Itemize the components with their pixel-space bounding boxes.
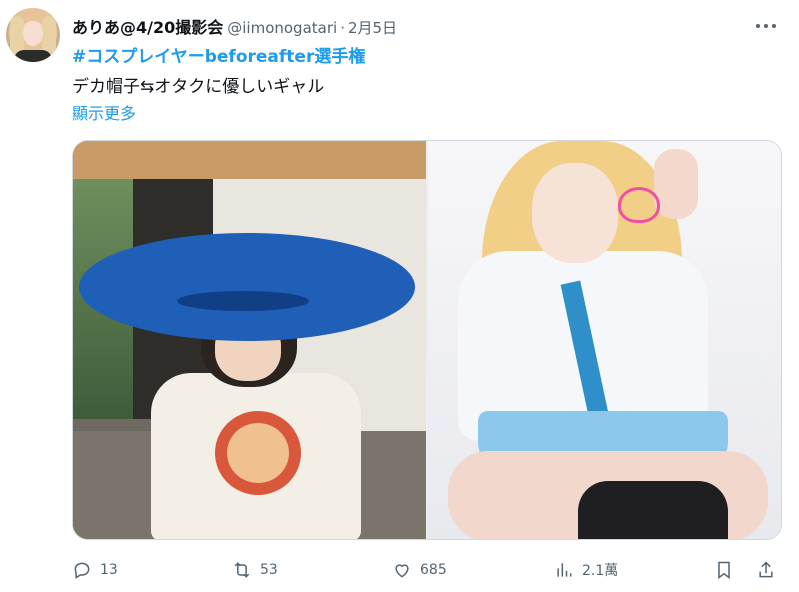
share-button[interactable] <box>756 556 776 584</box>
more-options-button[interactable] <box>748 12 784 40</box>
more-dot-icon <box>756 24 760 28</box>
reply-icon <box>74 562 90 579</box>
show-more-link[interactable]: 顯示更多 <box>72 100 136 124</box>
views-count: 2.1萬 <box>582 563 619 579</box>
heart-icon <box>395 564 409 578</box>
reply-count: 13 <box>100 562 118 578</box>
views-icon <box>557 563 572 577</box>
big-blue-hat <box>79 233 415 341</box>
bookmark-icon <box>718 561 730 579</box>
retweet-icon <box>234 562 250 578</box>
tweet-text: デカ帽子⇆オタクに優しいギャル <box>72 77 325 97</box>
avatar[interactable] <box>6 8 60 62</box>
hashtag-link[interactable]: #コスプレイヤーbeforeafter選手権 <box>72 42 365 67</box>
bookmark-button[interactable] <box>714 556 734 584</box>
more-dot-icon <box>772 24 776 28</box>
reply-button[interactable]: 13 <box>72 556 118 584</box>
tweet-header: ありあ@4/20撮影会 @iimonogatari · 2月5日 <box>72 14 397 38</box>
avatar-face <box>23 22 43 46</box>
display-name[interactable]: ありあ@4/20撮影会 <box>72 14 223 38</box>
black-socks <box>578 481 728 539</box>
photo-frame-edge <box>73 141 426 179</box>
header-separator: · <box>340 19 345 37</box>
retweet-button[interactable]: 53 <box>232 556 278 584</box>
cosplay-photo[interactable] <box>428 141 781 539</box>
childhood-photo[interactable] <box>73 141 426 539</box>
retweet-count: 53 <box>260 562 278 578</box>
shirt-character-face <box>227 423 289 483</box>
views-button[interactable]: 2.1萬 <box>554 556 618 584</box>
like-count: 685 <box>420 562 447 578</box>
more-dot-icon <box>764 24 768 28</box>
hand-gesture <box>654 149 698 219</box>
user-handle[interactable]: @iimonogatari <box>227 19 337 37</box>
avatar-clothing <box>14 50 52 62</box>
like-button[interactable]: 685 <box>392 556 447 584</box>
cosplayer-face <box>532 163 618 263</box>
tweet-actions: 13 53 685 2.1萬 <box>72 556 782 584</box>
share-icon <box>759 561 773 578</box>
tweet-date[interactable]: 2月5日 <box>348 17 397 38</box>
hat-crown <box>177 291 309 311</box>
tweet-media <box>72 140 782 540</box>
heart-accessory <box>618 187 660 223</box>
